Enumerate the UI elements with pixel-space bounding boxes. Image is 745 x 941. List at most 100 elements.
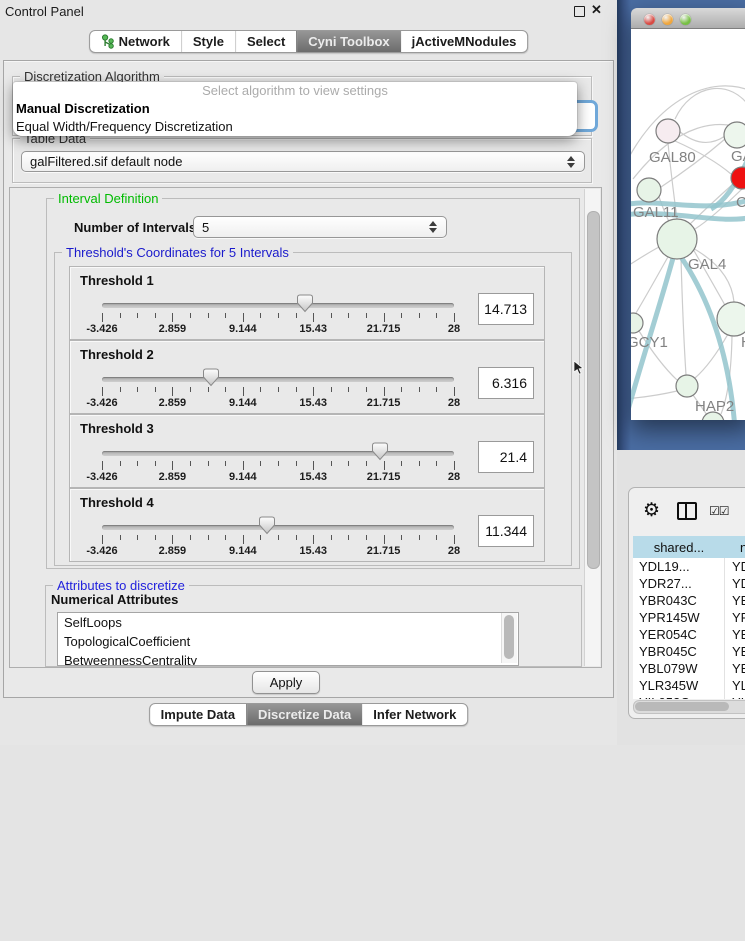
tick-label: 9.144 — [229, 471, 257, 483]
attributes-list-scrollbar[interactable] — [501, 613, 517, 663]
attribute-list-item[interactable]: TopologicalCoefficient — [58, 632, 518, 651]
threshold-value-field[interactable]: 11.344 — [478, 515, 534, 547]
tick-mark — [313, 387, 314, 396]
tick-mark — [454, 535, 455, 544]
network-window-titlebar[interactable] — [631, 8, 745, 29]
tab-label: Discretize Data — [258, 707, 351, 722]
network-edge[interactable] — [675, 88, 745, 119]
table-horizontal-scrollbar[interactable] — [633, 700, 745, 714]
tick-mark — [331, 313, 332, 318]
slider-thumb[interactable] — [203, 368, 220, 387]
slider-track[interactable] — [102, 525, 454, 530]
gal11-node[interactable] — [637, 178, 661, 202]
outer-vertical-scrollbar[interactable] — [584, 189, 600, 666]
network-edge[interactable] — [631, 247, 659, 269]
threshold-value-field[interactable]: 6.316 — [478, 367, 534, 399]
network-canvas[interactable]: GAL80GACGAL11GAL4GCY1HHAP2 — [631, 29, 745, 420]
h-node[interactable] — [717, 302, 745, 336]
tab-select[interactable]: Select — [235, 31, 296, 52]
num-intervals-spinner[interactable]: 5 — [193, 216, 447, 238]
cell-name: YLR3 — [725, 677, 745, 694]
threshold-value-field[interactable]: 14.713 — [478, 293, 534, 325]
table-data-combobox[interactable]: galFiltered.sif default node — [21, 151, 585, 172]
tick-mark — [366, 535, 367, 540]
tick-label: 15.43 — [299, 471, 327, 483]
minimize-traffic-light-icon[interactable] — [662, 14, 673, 25]
tick-mark — [225, 313, 226, 318]
table-row[interactable]: YDL19...YDL1 — [633, 558, 745, 575]
table-row[interactable]: YIL052CYIL0 — [633, 694, 745, 699]
attributes-list[interactable]: SelfLoopsTopologicalCoefficientBetweenne… — [57, 612, 519, 666]
cell-shared-name: YDR27... — [633, 575, 725, 592]
attribute-list-item[interactable]: SelfLoops — [58, 613, 518, 632]
gear-icon[interactable]: ⚙ — [643, 499, 660, 522]
tab-cyni-toolbox[interactable]: Cyni Toolbox — [296, 31, 400, 52]
tab-label: Select — [247, 34, 285, 49]
slider-track[interactable] — [102, 303, 454, 308]
threshold-value-field[interactable]: 21.4 — [478, 441, 534, 473]
network-view-window: GAL80GACGAL11GAL4GCY1HHAP2 — [631, 8, 745, 420]
slider-track[interactable] — [102, 451, 454, 456]
tick-mark — [190, 313, 191, 318]
tick-mark — [313, 535, 314, 544]
attribute-list-item[interactable]: BetweennessCentrality — [58, 651, 518, 666]
cell-shared-name: YBL079W — [633, 660, 725, 677]
gal-node[interactable] — [724, 122, 745, 148]
gal4-node[interactable] — [657, 219, 697, 259]
tick-mark — [137, 387, 138, 392]
hap2-node[interactable] — [676, 375, 698, 397]
tab-infer-network[interactable]: Infer Network — [362, 704, 467, 725]
tick-mark — [278, 313, 279, 318]
tab-impute-data[interactable]: Impute Data — [150, 704, 246, 725]
tick-mark — [278, 535, 279, 540]
close-traffic-light-icon[interactable] — [644, 14, 655, 25]
threshold-label: Threshold 2 — [80, 347, 154, 362]
popup-option-manual-discretization[interactable]: Manual Discretization — [13, 100, 577, 118]
float-window-icon[interactable] — [574, 6, 585, 17]
zoom-traffic-light-icon[interactable] — [680, 14, 691, 25]
table-row[interactable]: YBL079WYBL0 — [633, 660, 745, 677]
column-header-shared[interactable]: shared... — [633, 536, 726, 559]
cell-shared-name: YDL19... — [633, 558, 725, 575]
popup-option-equal-width[interactable]: Equal Width/Frequency Discretization — [13, 118, 577, 136]
network-edge[interactable] — [631, 391, 677, 399]
slider-thumb[interactable] — [297, 294, 314, 313]
gal80-node[interactable] — [656, 119, 680, 143]
gcy1-node[interactable] — [631, 313, 643, 333]
table-row[interactable]: YDR27...YDR2 — [633, 575, 745, 592]
checkboxes-icon[interactable]: ☑☑ — [709, 504, 729, 518]
column-header-name[interactable]: na — [725, 536, 745, 559]
tick-mark — [348, 535, 349, 540]
attributes-scrollbar-thumb[interactable] — [504, 615, 514, 659]
slider-thumb[interactable] — [259, 516, 276, 535]
popup-placeholder-option[interactable]: Select algorithm to view settings — [13, 82, 577, 100]
node-label-hap2: HAP2 — [695, 398, 734, 415]
spinner-arrows-icon[interactable] — [429, 221, 437, 233]
table-row[interactable]: YPR145WYPR1 — [633, 609, 745, 626]
outer-scrollbar-thumb[interactable] — [587, 211, 600, 569]
table-row[interactable]: YBR043CYBR0 — [633, 592, 745, 609]
desktop-edge-shadow — [617, 0, 631, 450]
tick-mark — [366, 387, 367, 392]
network-edge[interactable] — [695, 189, 742, 229]
tick-mark — [243, 387, 244, 396]
table-row[interactable]: YLR345WYLR3 — [633, 677, 745, 694]
cell-shared-name: YBR043C — [633, 592, 725, 609]
network-edge[interactable] — [681, 258, 686, 375]
table-row[interactable]: YER054CYER0 — [633, 626, 745, 643]
table-body[interactable]: YDL19...YDL1YDR27...YDR2YBR043CYBR0YPR14… — [633, 558, 745, 699]
tab-discretize-data[interactable]: Discretize Data — [246, 704, 362, 725]
apply-button[interactable]: Apply — [252, 671, 320, 694]
tab-style[interactable]: Style — [181, 31, 235, 52]
combobox-spinner-icon[interactable] — [567, 156, 575, 168]
close-icon[interactable]: ✕ — [591, 2, 602, 18]
slider-thumb[interactable] — [372, 442, 389, 461]
slider-track[interactable] — [102, 377, 454, 382]
tick-mark — [208, 387, 209, 392]
tab-network[interactable]: Network — [90, 31, 181, 52]
columns-icon[interactable] — [677, 502, 697, 520]
table-row[interactable]: YBR045CYBR0 — [633, 643, 745, 660]
table-hscrollbar-thumb[interactable] — [635, 702, 729, 711]
tab-jactivemnodules[interactable]: jActiveMNodules — [401, 31, 528, 52]
tick-mark — [384, 313, 385, 322]
